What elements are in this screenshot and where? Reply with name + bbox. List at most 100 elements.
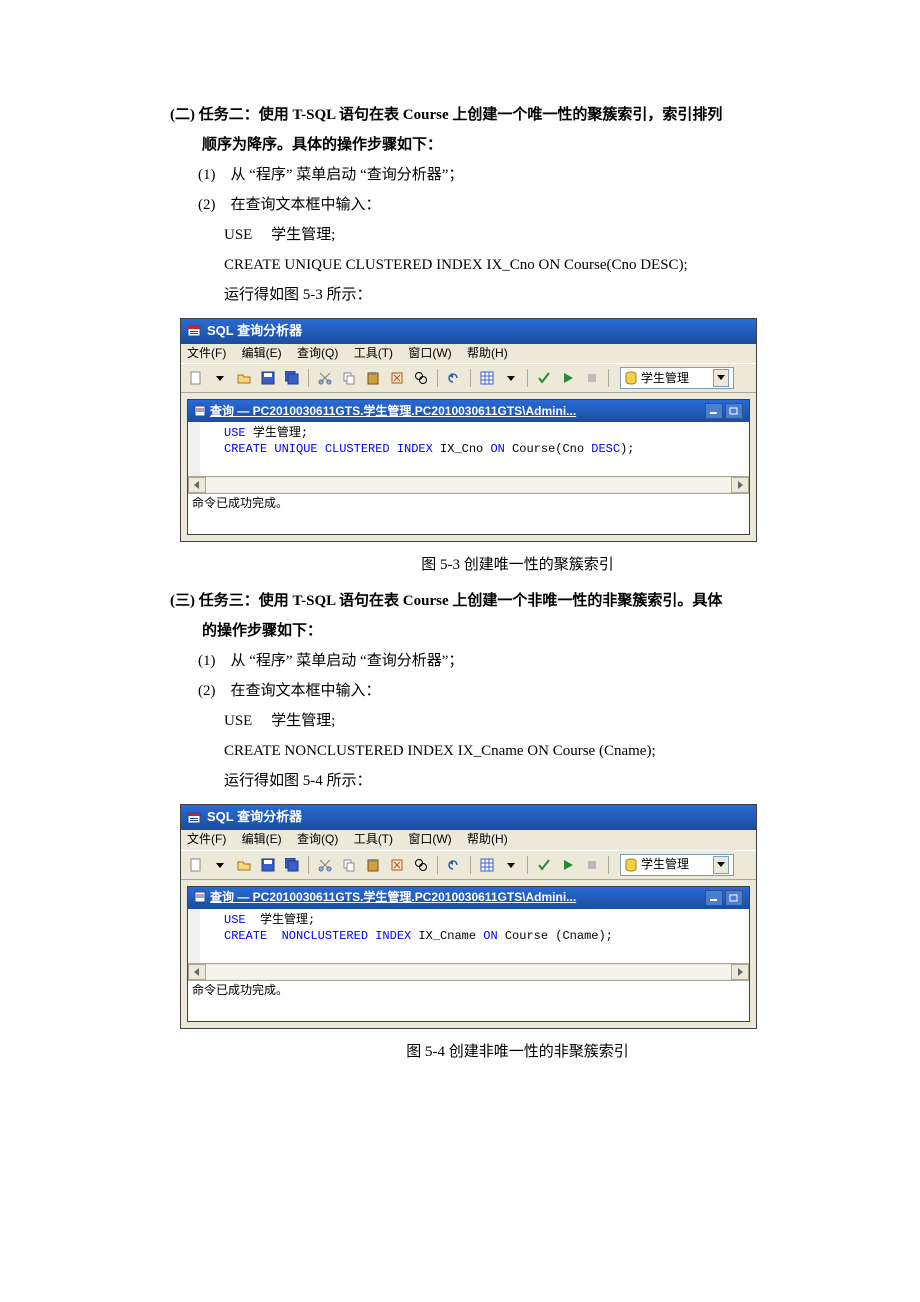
title-text: SQL 查询分析器 xyxy=(207,323,302,340)
check-icon[interactable] xyxy=(533,367,555,389)
database-icon xyxy=(625,371,637,385)
new-icon[interactable] xyxy=(185,854,207,876)
toolbar-separator xyxy=(470,369,471,387)
menu-window[interactable]: 窗口(W) xyxy=(408,346,451,360)
chevron-down-icon[interactable] xyxy=(713,856,729,874)
menubar: 文件(F) 编辑(E) 查询(Q) 工具(T) 窗口(W) 帮助(H) xyxy=(181,344,756,364)
result-pane: 命令已成功完成。 xyxy=(188,493,749,534)
scroll-right-icon[interactable] xyxy=(731,964,749,980)
clear-icon[interactable] xyxy=(386,367,408,389)
task2-step1: (1) 从 “程序” 菜单启动 “查询分析器”； xyxy=(198,160,865,190)
minimize-button[interactable] xyxy=(705,403,723,419)
titlebar: SQL 查询分析器 xyxy=(181,319,756,344)
find-icon[interactable] xyxy=(410,367,432,389)
task2-title-line2: 顺序为降序。具体的操作步骤如下： xyxy=(202,130,865,160)
toolbar-separator xyxy=(470,856,471,874)
minimize-button[interactable] xyxy=(705,890,723,906)
find-icon[interactable] xyxy=(410,854,432,876)
sql-editor[interactable]: USE 学生管理; CREATE NONCLUSTERED INDEX IX_C… xyxy=(188,909,749,963)
query-window: 查询 — PC2010030611GTS.学生管理.PC2010030611GT… xyxy=(187,886,750,1022)
query-window-title: 查询 — PC2010030611GTS.学生管理.PC2010030611GT… xyxy=(210,890,576,904)
toolbar: 学生管理 xyxy=(181,850,756,880)
scroll-track[interactable] xyxy=(206,965,731,979)
scroll-right-icon[interactable] xyxy=(731,477,749,493)
menu-query[interactable]: 查询(Q) xyxy=(297,346,338,360)
save-all-icon[interactable] xyxy=(281,367,303,389)
task2-code-line1: USE 学生管理; xyxy=(224,220,865,250)
maximize-button[interactable] xyxy=(725,403,743,419)
figure-caption-5-4: 图 5-4 创建非唯一性的非聚簇索引 xyxy=(170,1037,865,1067)
stop-icon[interactable] xyxy=(581,367,603,389)
open-icon[interactable] xyxy=(233,854,255,876)
scroll-left-icon[interactable] xyxy=(188,964,206,980)
menu-file[interactable]: 文件(F) xyxy=(187,832,226,846)
maximize-button[interactable] xyxy=(725,890,743,906)
horizontal-scrollbar[interactable] xyxy=(188,963,749,980)
app-icon xyxy=(187,811,201,825)
dropdown-arrow-icon[interactable] xyxy=(209,854,231,876)
paste-icon[interactable] xyxy=(362,367,384,389)
grid-icon[interactable] xyxy=(476,854,498,876)
menubar: 文件(F) 编辑(E) 查询(Q) 工具(T) 窗口(W) 帮助(H) xyxy=(181,830,756,850)
dropdown-arrow-icon[interactable] xyxy=(209,367,231,389)
undo-icon[interactable] xyxy=(443,854,465,876)
task3-code-line3: 运行得如图 5-4 所示： xyxy=(224,766,865,796)
toolbar-separator xyxy=(308,369,309,387)
menu-help[interactable]: 帮助(H) xyxy=(467,832,508,846)
toolbar-separator xyxy=(527,856,528,874)
menu-edit[interactable]: 编辑(E) xyxy=(242,346,282,360)
save-icon[interactable] xyxy=(257,854,279,876)
cut-icon[interactable] xyxy=(314,367,336,389)
stop-icon[interactable] xyxy=(581,854,603,876)
execute-icon[interactable] xyxy=(557,854,579,876)
dropdown-arrow-icon[interactable] xyxy=(500,854,522,876)
menu-tools[interactable]: 工具(T) xyxy=(354,346,393,360)
undo-icon[interactable] xyxy=(443,367,465,389)
document-page: (二) 任务二：使用 T-SQL 语句在表 Course 上创建一个唯一性的聚簇… xyxy=(0,0,920,1123)
task3-step2: (2) 在查询文本框中输入： xyxy=(198,676,865,706)
horizontal-scrollbar[interactable] xyxy=(188,476,749,493)
dropdown-arrow-icon[interactable] xyxy=(500,367,522,389)
menu-tools[interactable]: 工具(T) xyxy=(354,832,393,846)
check-icon[interactable] xyxy=(533,854,555,876)
sql-analyzer-window-2: SQL 查询分析器 文件(F) 编辑(E) 查询(Q) 工具(T) 窗口(W) … xyxy=(180,804,757,1028)
figure-caption-5-3: 图 5-3 创建唯一性的聚簇索引 xyxy=(170,550,865,580)
scroll-track[interactable] xyxy=(206,478,731,492)
toolbar-separator xyxy=(437,856,438,874)
menu-help[interactable]: 帮助(H) xyxy=(467,346,508,360)
sql-editor[interactable]: USE 学生管理; CREATE UNIQUE CLUSTERED INDEX … xyxy=(188,422,749,476)
query-window: 查询 — PC2010030611GTS.学生管理.PC2010030611GT… xyxy=(187,399,750,535)
database-name: 学生管理 xyxy=(641,857,689,873)
menu-query[interactable]: 查询(Q) xyxy=(297,832,338,846)
copy-icon[interactable] xyxy=(338,854,360,876)
clear-icon[interactable] xyxy=(386,854,408,876)
database-selector[interactable]: 学生管理 xyxy=(620,367,734,389)
new-icon[interactable] xyxy=(185,367,207,389)
task2-code-line3: 运行得如图 5-3 所示： xyxy=(224,280,865,310)
copy-icon[interactable] xyxy=(338,367,360,389)
toolbar-separator xyxy=(608,856,609,874)
execute-icon[interactable] xyxy=(557,367,579,389)
menu-edit[interactable]: 编辑(E) xyxy=(242,832,282,846)
grid-icon[interactable] xyxy=(476,367,498,389)
save-icon[interactable] xyxy=(257,367,279,389)
scroll-left-icon[interactable] xyxy=(188,477,206,493)
chevron-down-icon[interactable] xyxy=(713,369,729,387)
app-icon xyxy=(187,324,201,338)
task3-step1: (1) 从 “程序” 菜单启动 “查询分析器”； xyxy=(198,646,865,676)
database-name: 学生管理 xyxy=(641,371,689,387)
result-pane: 命令已成功完成。 xyxy=(188,980,749,1021)
query-window-title: 查询 — PC2010030611GTS.学生管理.PC2010030611GT… xyxy=(210,404,576,418)
task2-title-line1: (二) 任务二：使用 T-SQL 语句在表 Course 上创建一个唯一性的聚簇… xyxy=(170,100,865,130)
toolbar-separator xyxy=(527,369,528,387)
query-window-titlebar: 查询 — PC2010030611GTS.学生管理.PC2010030611GT… xyxy=(188,887,749,909)
menu-window[interactable]: 窗口(W) xyxy=(408,832,451,846)
database-selector[interactable]: 学生管理 xyxy=(620,854,734,876)
title-text: SQL 查询分析器 xyxy=(207,809,302,826)
menu-file[interactable]: 文件(F) xyxy=(187,346,226,360)
open-icon[interactable] xyxy=(233,367,255,389)
cut-icon[interactable] xyxy=(314,854,336,876)
save-all-icon[interactable] xyxy=(281,854,303,876)
task3-title-line1: (三) 任务三：使用 T-SQL 语句在表 Course 上创建一个非唯一性的非… xyxy=(170,586,865,616)
paste-icon[interactable] xyxy=(362,854,384,876)
